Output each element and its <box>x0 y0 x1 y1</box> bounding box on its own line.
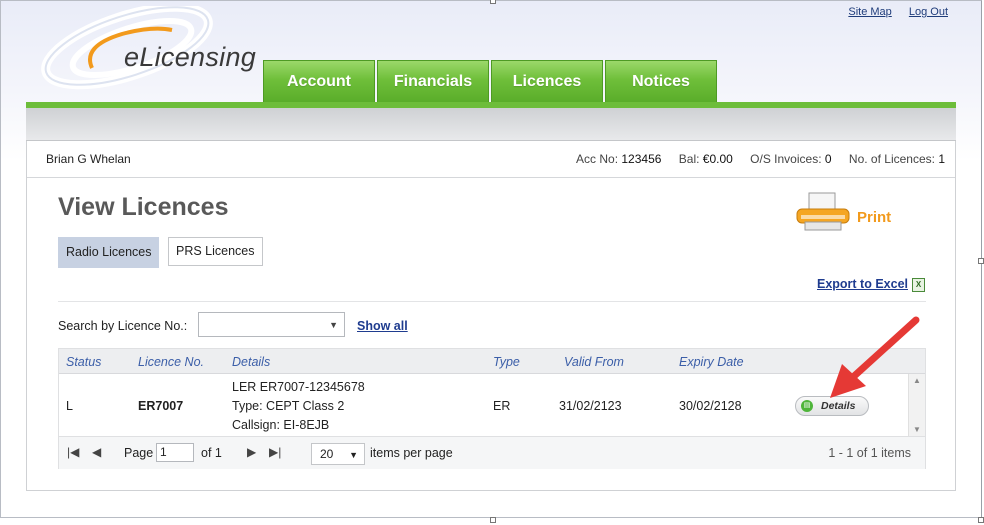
prs-licences-button[interactable]: PRS Licences <box>168 237 263 266</box>
main-nav: Account Financials Licences Notices <box>263 60 719 102</box>
tab-account[interactable]: Account <box>263 60 375 102</box>
last-page-icon[interactable]: ▶| <box>269 445 281 459</box>
print-button[interactable]: Print <box>793 189 893 237</box>
log-out-link[interactable]: Log Out <box>909 6 948 18</box>
row-status: L <box>66 399 73 413</box>
logo-text: eLicensing <box>124 42 257 72</box>
page-size-value: 20 <box>320 447 334 461</box>
col-type[interactable]: Type <box>493 355 520 369</box>
col-expiry-date[interactable]: Expiry Date <box>679 355 744 369</box>
tab-notices[interactable]: Notices <box>605 60 717 102</box>
next-page-icon[interactable]: ▶ <box>247 445 256 459</box>
details-button-label: Details <box>821 400 856 412</box>
show-all-link[interactable]: Show all <box>357 319 408 333</box>
row-details-line-2: Type: CEPT Class 2 <box>232 399 345 413</box>
excel-icon: X <box>912 277 925 292</box>
resize-handle-top[interactable] <box>490 0 496 4</box>
grid-header: Status Licence No. Details Type Valid Fr… <box>59 349 925 374</box>
row-type: ER <box>493 399 511 413</box>
document-icon: ▤ <box>801 400 813 412</box>
tab-financials[interactable]: Financials <box>377 60 489 102</box>
col-details[interactable]: Details <box>232 355 270 369</box>
row-valid-from: 31/02/2123 <box>559 399 622 413</box>
radio-licences-button[interactable]: Radio Licences <box>58 237 160 268</box>
resize-handle-bottom[interactable] <box>490 517 496 523</box>
acc-no-value: 123456 <box>621 152 662 166</box>
resize-handle-right[interactable] <box>978 258 984 264</box>
row-licence-no: ER7007 <box>138 399 184 413</box>
elicensing-logo[interactable]: eLicensing <box>32 2 262 96</box>
balance-value: €0.00 <box>702 152 733 166</box>
page-size-select[interactable]: 20 ▼ <box>311 443 365 465</box>
scroll-up-icon[interactable]: ▲ <box>913 376 921 385</box>
prev-page-icon[interactable]: ◀ <box>92 445 101 459</box>
table-row: L ER7007 LER ER7007-12345678 Type: CEPT … <box>59 374 909 436</box>
items-per-page-label: items per page <box>370 446 453 460</box>
invoices-label: O/S Invoices: <box>750 152 822 166</box>
chevron-down-icon: ▼ <box>329 320 338 330</box>
details-button[interactable]: ▤ Details <box>795 396 869 416</box>
account-summary-bar: Brian G Whelan Acc No: 123456 Bal: €0.00… <box>27 141 955 178</box>
page-title: View Licences <box>58 193 229 221</box>
page-of-label: of 1 <box>201 446 222 460</box>
scroll-down-icon[interactable]: ▼ <box>913 425 921 434</box>
export-label: Export to Excel <box>817 277 908 291</box>
top-links: Site Map Log Out <box>834 6 948 18</box>
balance-label: Bal: <box>678 152 700 166</box>
row-expiry-date: 30/02/2128 <box>679 399 742 413</box>
row-details-line-3: Callsign: EI-8EJB <box>232 418 330 432</box>
acc-no-label: Acc No: <box>576 152 619 166</box>
col-valid-from[interactable]: Valid From <box>564 355 624 369</box>
user-name: Brian G Whelan <box>46 152 131 166</box>
first-page-icon[interactable]: |◀ <box>67 445 79 459</box>
account-stats: Acc No: 123456 Bal: €0.00 O/S Invoices: … <box>576 152 945 166</box>
site-map-link[interactable]: Site Map <box>848 6 891 18</box>
grid-scrollbar[interactable]: ▲ ▼ <box>908 374 925 436</box>
licence-no-search-select[interactable]: ▼ <box>198 312 345 337</box>
tab-licences[interactable]: Licences <box>491 60 603 102</box>
col-status[interactable]: Status <box>66 355 101 369</box>
main-content: Brian G Whelan Acc No: 123456 Bal: €0.00… <box>26 141 956 491</box>
licences-count-value: 1 <box>938 152 945 166</box>
printer-icon <box>796 192 850 231</box>
licences-count-label: No. of Licences: <box>848 152 935 166</box>
licences-grid: Status Licence No. Details Type Valid Fr… <box>58 348 926 469</box>
sub-nav-bar <box>26 108 956 141</box>
col-licence-no[interactable]: Licence No. <box>138 355 204 369</box>
resize-handle-corner[interactable] <box>978 517 984 523</box>
chevron-down-icon: ▼ <box>349 450 358 460</box>
search-label: Search by Licence No.: <box>58 319 188 333</box>
export-to-excel-link[interactable]: Export to Excel X <box>817 277 925 292</box>
page-number-input[interactable]: 1 <box>156 443 194 462</box>
pager: |◀ ◀ Page 1 of 1 ▶ ▶| 20 ▼ items per pag… <box>59 436 925 469</box>
pager-summary: 1 - 1 of 1 items <box>828 446 911 460</box>
print-label: Print <box>857 209 892 226</box>
divider <box>58 301 926 302</box>
page-label: Page <box>124 446 154 460</box>
row-details-line-1: LER ER7007-12345678 <box>232 380 365 394</box>
invoices-value: 0 <box>824 152 832 166</box>
